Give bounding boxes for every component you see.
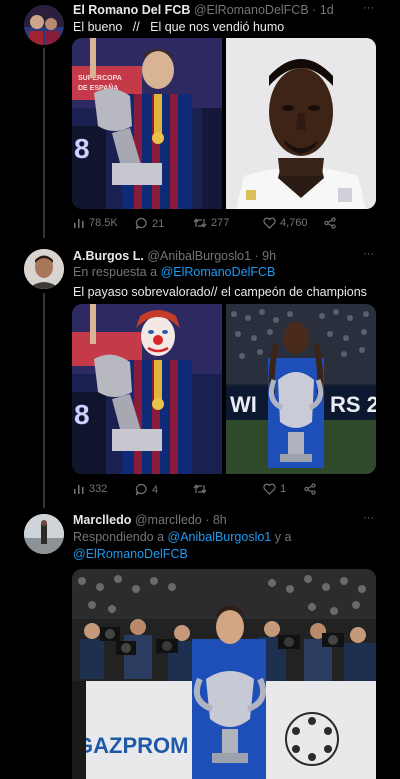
reply-joiner: y a xyxy=(271,530,292,544)
svg-text:8: 8 xyxy=(74,399,90,430)
views-count: 78.5K xyxy=(89,217,118,229)
share-button[interactable] xyxy=(304,483,316,495)
reply-context: Respondiendo a @AnibalBurgoslo1 y a xyxy=(73,530,291,544)
views-button[interactable]: 332 xyxy=(73,483,107,495)
tweet-media[interactable]: GAZPROM xyxy=(72,569,376,779)
image-champions-celebration[interactable]: GAZPROM xyxy=(72,569,376,779)
author-handle[interactable]: @AnibalBurgoslo1 xyxy=(147,249,251,263)
views-icon xyxy=(74,219,84,228)
reply-icon xyxy=(135,217,147,230)
heart-icon xyxy=(263,217,276,229)
author-name[interactable]: Marclledo xyxy=(73,513,131,527)
views-button[interactable]: 78.5K xyxy=(73,217,118,229)
share-button[interactable] xyxy=(324,217,336,229)
avatar[interactable] xyxy=(24,5,64,45)
tweet-3[interactable]: Marclledo @marclledo · 8h ··· Respondien… xyxy=(0,508,400,779)
tweet-2[interactable]: A.Burgos L. @AnibalBurgoslo1 · 9h ··· En… xyxy=(0,240,400,508)
reply-prefix: En respuesta a xyxy=(73,265,161,279)
reply-prefix: Respondiendo a xyxy=(73,530,168,544)
like-button[interactable]: 1 xyxy=(263,483,286,495)
author-handle[interactable]: @ElRomanoDelFCB xyxy=(194,3,309,17)
svg-text:RS 2: RS 2 xyxy=(330,392,376,417)
views-icon xyxy=(74,485,84,494)
retweet-icon xyxy=(193,218,207,228)
like-count: 4,760 xyxy=(280,217,308,229)
timestamp[interactable]: · 8h xyxy=(205,513,227,527)
tweet-text: El payaso sobrevalorado// el campeón de … xyxy=(73,285,367,299)
reply-button[interactable]: 4 xyxy=(135,483,158,496)
more-options-icon[interactable]: ··· xyxy=(363,2,374,14)
tweet-header: Marclledo @marclledo · 8h xyxy=(73,513,227,527)
svg-text:8: 8 xyxy=(74,133,90,164)
author-name[interactable]: El Romano Del FCB xyxy=(73,3,190,17)
retweet-icon xyxy=(193,484,207,494)
timestamp[interactable]: · 9h xyxy=(255,249,277,263)
avatar-image xyxy=(24,249,64,289)
like-count: 1 xyxy=(280,483,287,495)
thread-line xyxy=(43,293,45,508)
tweet-text: El bueno // El que nos vendió humo xyxy=(73,20,285,34)
timestamp[interactable]: · 1d xyxy=(312,3,334,17)
more-options-icon[interactable]: ··· xyxy=(363,248,374,260)
author-name[interactable]: A.Burgos L. xyxy=(73,249,144,263)
avatar-image xyxy=(24,514,64,554)
share-icon xyxy=(324,217,336,229)
thread-line xyxy=(43,48,45,238)
image-player-clown[interactable]: 8 xyxy=(72,304,222,474)
image-player-portrait[interactable] xyxy=(226,38,376,209)
like-button[interactable]: 4,760 xyxy=(263,217,308,229)
share-icon xyxy=(304,483,316,495)
sponsor-text: GAZPROM xyxy=(76,733,188,758)
reply-context-line-2: @ElRomanoDelFCB xyxy=(73,547,188,561)
retweet-button[interactable]: 277 xyxy=(193,217,229,229)
heart-icon xyxy=(263,483,276,495)
reply-mention[interactable]: @ElRomanoDelFCB xyxy=(161,265,276,279)
reply-icon xyxy=(135,483,147,496)
tweet-1[interactable]: El Romano Del FCB @ElRomanoDelFCB · 1d ·… xyxy=(0,0,400,238)
author-handle[interactable]: @marclledo xyxy=(135,513,202,527)
tweet-actions: 78.5K 21 277 4,760 xyxy=(73,217,343,233)
retweet-button[interactable] xyxy=(193,483,211,495)
tweet-media[interactable]: 8 WI RS 2 xyxy=(72,304,376,474)
image-player-champions[interactable]: WI RS 2 xyxy=(226,304,376,474)
more-options-icon[interactable]: ··· xyxy=(363,512,374,524)
tweet-media[interactable]: SUPERCOPA DE ESPAÑA 8 xyxy=(72,38,376,209)
trophy-banner-text: SUPERCOPA xyxy=(78,75,122,82)
avatar[interactable] xyxy=(24,514,64,554)
retweet-count: 277 xyxy=(211,217,230,229)
reply-mention-1[interactable]: @AnibalBurgoslo1 xyxy=(168,530,272,544)
reply-context: En respuesta a @ElRomanoDelFCB xyxy=(73,265,275,279)
banner-text: WI xyxy=(230,392,257,417)
avatar-image xyxy=(24,5,64,45)
reply-mention-2[interactable]: @ElRomanoDelFCB xyxy=(73,547,188,561)
tweet-actions: 332 4 1 xyxy=(73,483,343,499)
image-player-trophy[interactable]: SUPERCOPA DE ESPAÑA 8 xyxy=(72,38,222,209)
views-count: 332 xyxy=(89,483,108,495)
tweet-header: El Romano Del FCB @ElRomanoDelFCB · 1d xyxy=(73,3,334,17)
tweet-header: A.Burgos L. @AnibalBurgoslo1 · 9h xyxy=(73,249,276,263)
reply-button[interactable]: 21 xyxy=(135,217,164,230)
avatar[interactable] xyxy=(24,249,64,289)
reply-count: 21 xyxy=(152,217,165,230)
reply-count: 4 xyxy=(152,483,159,496)
